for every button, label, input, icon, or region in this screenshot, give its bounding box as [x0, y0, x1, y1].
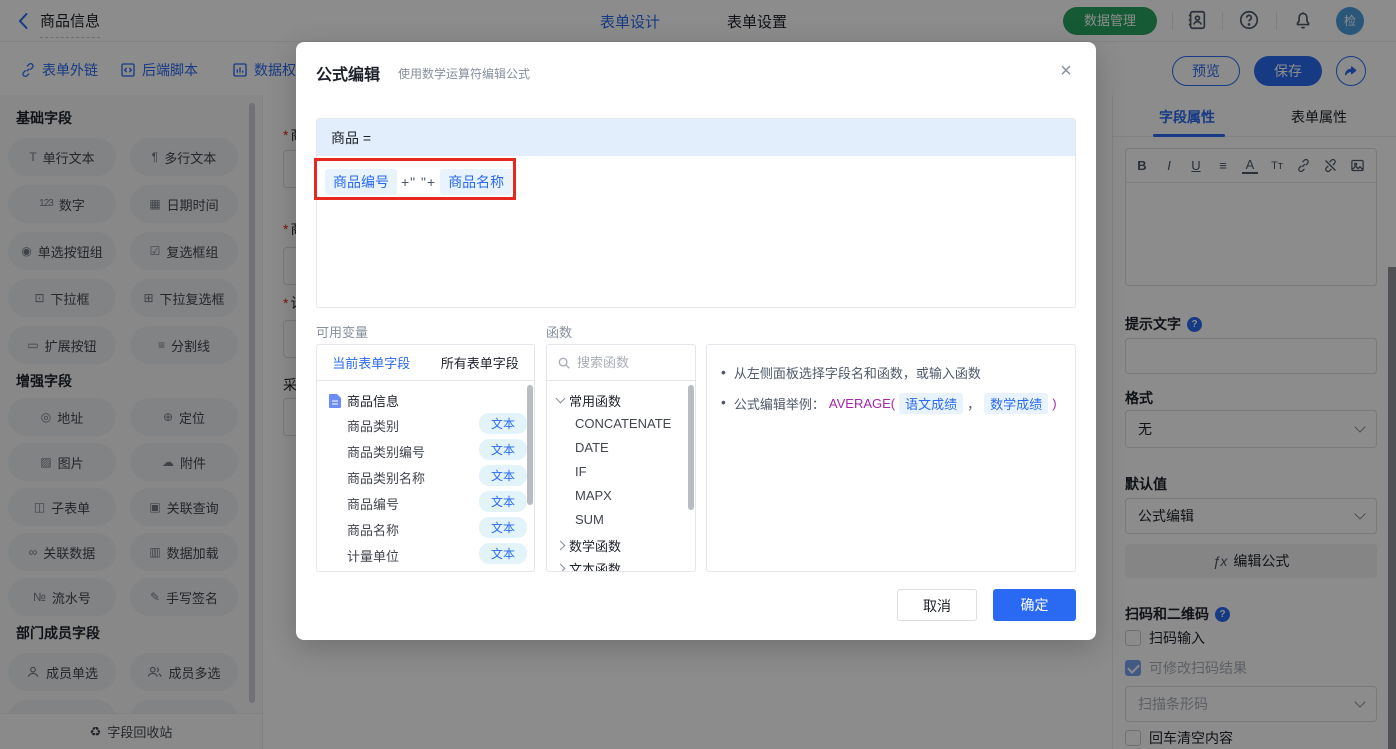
variables-label: 可用变量 [316, 325, 369, 340]
function-item[interactable]: DATE [575, 440, 609, 455]
variables-tabs: 当前表单字段 所有表单字段 [317, 345, 534, 381]
close-icon[interactable]: × [1052, 58, 1080, 86]
function-item[interactable]: MAPX [575, 488, 612, 503]
tip-line-1: • 从左侧面板选择字段名和函数，或输入函数 [721, 364, 981, 381]
search-icon [557, 356, 571, 370]
field-type-badge: 文本 [479, 491, 528, 512]
chevron-right-icon [555, 563, 566, 571]
functions-panel: 常用函数 CONCATENATE DATE IF MAPX SUM 数学函数 文… [546, 344, 696, 572]
function-search[interactable] [547, 345, 695, 381]
form-doc-icon [329, 393, 341, 408]
example-field-chip: 数学成绩 [984, 393, 1049, 414]
variables-panel: 当前表单字段 所有表单字段 商品信息 商品类别 文本 商品类别编号 文本 商品类… [316, 344, 535, 572]
formula-editor-box[interactable]: 商品 = 商品编号 +" "+ 商品名称 [316, 118, 1076, 308]
chevron-down-icon [555, 393, 566, 404]
modal-subtitle: 使用数学运算符编辑公式 [398, 67, 531, 81]
function-item[interactable]: CONCATENATE [575, 416, 671, 431]
field-type-badge: 文本 [479, 543, 528, 564]
function-search-input[interactable] [577, 355, 677, 370]
tab-all-form-fields[interactable]: 所有表单字段 [441, 353, 519, 372]
cancel-button[interactable]: 取消 [897, 589, 977, 621]
formula-tips-panel: • 从左侧面板选择字段名和函数，或输入函数 • 公式编辑举例： AVERAGE( … [706, 344, 1076, 572]
function-group-math[interactable]: 数学函数 [555, 536, 621, 555]
function-group-common[interactable]: 常用函数 [555, 391, 621, 410]
modal-title: 公式编辑 [316, 67, 381, 84]
tab-current-form-fields[interactable]: 当前表单字段 [332, 353, 410, 372]
chevron-right-icon [555, 540, 566, 551]
field-type-badge: 文本 [479, 439, 528, 460]
variable-field-row[interactable]: 商品名称 [347, 520, 399, 539]
variables-scrollbar[interactable] [527, 385, 533, 505]
field-type-badge: 文本 [479, 413, 528, 434]
formula-field-chip[interactable]: 商品名称 [440, 169, 513, 195]
example-function-name: AVERAGE( [828, 396, 896, 411]
formula-editor-modal: 公式编辑 使用数学运算符编辑公式 × 商品 = 商品编号 +" "+ 商品名称 … [296, 42, 1096, 640]
example-field-chip: 语文成绩 [899, 393, 964, 414]
functions-label: 函数 [546, 325, 573, 340]
app-screen: 商品信息 表单设计 表单设置 数据管理 检 表单外链 后端脚本 数据权 预览 保… [0, 0, 1396, 749]
field-type-badge: 文本 [479, 465, 528, 486]
variables-tree-root[interactable]: 商品信息 [329, 391, 399, 410]
tip-line-2: • 公式编辑举例： AVERAGE( 语文成绩 ， 数学成绩 ) [721, 393, 1057, 414]
formula-field-chip[interactable]: 商品编号 [325, 169, 397, 195]
functions-scrollbar[interactable] [688, 385, 694, 510]
variable-field-row[interactable]: 商品类别 [347, 416, 399, 435]
function-item[interactable]: IF [575, 464, 587, 479]
variable-field-row[interactable]: 商品编号 [347, 494, 399, 513]
formula-target: 商品 = [317, 119, 1075, 156]
variable-field-row[interactable]: 商品类别名称 [347, 468, 425, 487]
confirm-button[interactable]: 确定 [993, 589, 1076, 621]
formula-expression[interactable]: 商品编号 +" "+ 商品名称 [325, 169, 513, 195]
function-group-text[interactable]: 文本函数 [555, 559, 621, 571]
variable-field-row[interactable]: 商品类别编号 [347, 442, 425, 461]
function-item[interactable]: SUM [575, 512, 604, 527]
formula-operator: +" "+ [401, 174, 437, 190]
field-type-badge: 文本 [479, 517, 528, 538]
variable-field-row[interactable]: 计量单位 [347, 546, 399, 565]
